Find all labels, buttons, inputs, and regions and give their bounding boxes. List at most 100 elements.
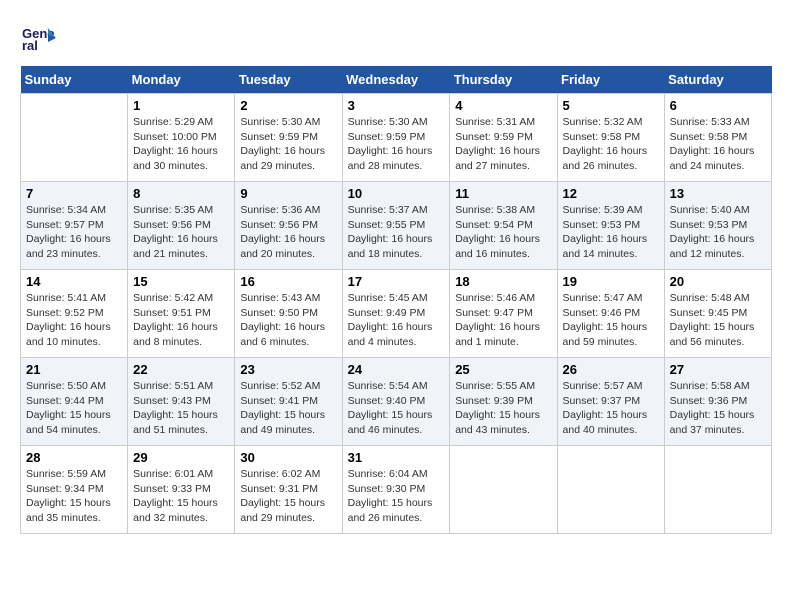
day-of-week-header: Friday (557, 66, 664, 94)
day-of-week-header: Tuesday (235, 66, 342, 94)
day-number: 6 (670, 98, 766, 113)
day-number: 18 (455, 274, 551, 289)
day-number: 16 (240, 274, 336, 289)
calendar-cell: 22 Sunrise: 5:51 AM Sunset: 9:43 PM Dayli… (128, 358, 235, 446)
day-info: Sunrise: 5:47 AM Sunset: 9:46 PM Dayligh… (563, 291, 659, 350)
day-number: 19 (563, 274, 659, 289)
calendar-table: SundayMondayTuesdayWednesdayThursdayFrid… (20, 66, 772, 534)
day-info: Sunrise: 5:59 AM Sunset: 9:34 PM Dayligh… (26, 467, 122, 526)
calendar-week-row: 7Sunrise: 5:34 AM Sunset: 9:57 PM Daylig… (21, 182, 772, 270)
day-info: Sunrise: 5:50 AM Sunset: 9:44 PM Dayligh… (26, 379, 122, 438)
day-info: Sunrise: 5:55 AM Sunset: 9:39 PM Dayligh… (455, 379, 551, 438)
calendar-cell: 7Sunrise: 5:34 AM Sunset: 9:57 PM Daylig… (21, 182, 128, 270)
day-info: Sunrise: 5:48 AM Sunset: 9:45 PM Dayligh… (670, 291, 766, 350)
calendar-cell (21, 94, 128, 182)
calendar-cell: 27 Sunrise: 5:58 AM Sunset: 9:36 PM Dayli… (664, 358, 771, 446)
calendar-cell: 17Sunrise: 5:45 AM Sunset: 9:49 PM Dayli… (342, 270, 450, 358)
calendar-cell (664, 446, 771, 534)
calendar-cell: 20 Sunrise: 5:48 AM Sunset: 9:45 PM Dayli… (664, 270, 771, 358)
day-number: 7 (26, 186, 122, 201)
calendar-cell: 28Sunrise: 5:59 AM Sunset: 9:34 PM Dayli… (21, 446, 128, 534)
day-number: 26 (563, 362, 659, 377)
calendar-cell: 4 Sunrise: 5:31 AM Sunset: 9:59 PM Daylig… (450, 94, 557, 182)
svg-text:ral: ral (22, 38, 38, 53)
calendar-cell: 24 Sunrise: 5:54 AM Sunset: 9:40 PM Dayli… (342, 358, 450, 446)
day-info: Sunrise: 5:42 AM Sunset: 9:51 PM Dayligh… (133, 291, 229, 350)
day-info: Sunrise: 5:38 AM Sunset: 9:54 PM Dayligh… (455, 203, 551, 262)
calendar-cell: 15 Sunrise: 5:42 AM Sunset: 9:51 PM Dayli… (128, 270, 235, 358)
day-number: 14 (26, 274, 122, 289)
day-number: 2 (240, 98, 336, 113)
calendar-week-row: 14Sunrise: 5:41 AM Sunset: 9:52 PM Dayli… (21, 270, 772, 358)
calendar-cell: 8 Sunrise: 5:35 AM Sunset: 9:56 PM Daylig… (128, 182, 235, 270)
day-info: Sunrise: 5:35 AM Sunset: 9:56 PM Dayligh… (133, 203, 229, 262)
day-info: Sunrise: 5:46 AM Sunset: 9:47 PM Dayligh… (455, 291, 551, 350)
calendar-cell: 1Sunrise: 5:29 AM Sunset: 10:00 PM Dayli… (128, 94, 235, 182)
day-number: 17 (348, 274, 445, 289)
day-number: 20 (670, 274, 766, 289)
calendar-cell: 2 Sunrise: 5:30 AM Sunset: 9:59 PM Daylig… (235, 94, 342, 182)
day-info: Sunrise: 5:57 AM Sunset: 9:37 PM Dayligh… (563, 379, 659, 438)
calendar-cell: 11 Sunrise: 5:38 AM Sunset: 9:54 PM Dayli… (450, 182, 557, 270)
calendar-cell: 23Sunrise: 5:52 AM Sunset: 9:41 PM Dayli… (235, 358, 342, 446)
calendar-week-row: 1Sunrise: 5:29 AM Sunset: 10:00 PM Dayli… (21, 94, 772, 182)
calendar-cell: 16 Sunrise: 5:43 AM Sunset: 9:50 PM Dayli… (235, 270, 342, 358)
day-info: Sunrise: 5:52 AM Sunset: 9:41 PM Dayligh… (240, 379, 336, 438)
day-info: Sunrise: 5:58 AM Sunset: 9:36 PM Dayligh… (670, 379, 766, 438)
day-number: 12 (563, 186, 659, 201)
day-number: 22 (133, 362, 229, 377)
day-info: Sunrise: 5:30 AM Sunset: 9:59 PM Dayligh… (240, 115, 336, 174)
day-info: Sunrise: 5:29 AM Sunset: 10:00 PM Daylig… (133, 115, 229, 174)
calendar-cell: 18 Sunrise: 5:46 AM Sunset: 9:47 PM Dayli… (450, 270, 557, 358)
day-of-week-header: Thursday (450, 66, 557, 94)
day-number: 11 (455, 186, 551, 201)
day-info: Sunrise: 6:02 AM Sunset: 9:31 PM Dayligh… (240, 467, 336, 526)
logo: Gene ral (20, 20, 60, 56)
day-info: Sunrise: 5:39 AM Sunset: 9:53 PM Dayligh… (563, 203, 659, 262)
day-info: Sunrise: 5:54 AM Sunset: 9:40 PM Dayligh… (348, 379, 445, 438)
day-number: 9 (240, 186, 336, 201)
day-info: Sunrise: 5:32 AM Sunset: 9:58 PM Dayligh… (563, 115, 659, 174)
day-number: 15 (133, 274, 229, 289)
day-of-week-header: Saturday (664, 66, 771, 94)
calendar-cell: 3 Sunrise: 5:30 AM Sunset: 9:59 PM Daylig… (342, 94, 450, 182)
day-number: 27 (670, 362, 766, 377)
day-number: 8 (133, 186, 229, 201)
calendar-cell: 29 Sunrise: 6:01 AM Sunset: 9:33 PM Dayli… (128, 446, 235, 534)
calendar-cell (450, 446, 557, 534)
day-info: Sunrise: 5:36 AM Sunset: 9:56 PM Dayligh… (240, 203, 336, 262)
day-number: 10 (348, 186, 445, 201)
day-number: 13 (670, 186, 766, 201)
calendar-cell: 25Sunrise: 5:55 AM Sunset: 9:39 PM Dayli… (450, 358, 557, 446)
calendar-cell: 9 Sunrise: 5:36 AM Sunset: 9:56 PM Daylig… (235, 182, 342, 270)
calendar-cell: 13Sunrise: 5:40 AM Sunset: 9:53 PM Dayli… (664, 182, 771, 270)
day-info: Sunrise: 5:51 AM Sunset: 9:43 PM Dayligh… (133, 379, 229, 438)
day-number: 30 (240, 450, 336, 465)
day-of-week-header: Wednesday (342, 66, 450, 94)
calendar-cell: 6 Sunrise: 5:33 AM Sunset: 9:58 PM Daylig… (664, 94, 771, 182)
day-number: 4 (455, 98, 551, 113)
day-of-week-header: Sunday (21, 66, 128, 94)
day-info: Sunrise: 6:01 AM Sunset: 9:33 PM Dayligh… (133, 467, 229, 526)
day-of-week-header: Monday (128, 66, 235, 94)
day-info: Sunrise: 6:04 AM Sunset: 9:30 PM Dayligh… (348, 467, 445, 526)
calendar-week-row: 21 Sunrise: 5:50 AM Sunset: 9:44 PM Dayli… (21, 358, 772, 446)
day-info: Sunrise: 5:33 AM Sunset: 9:58 PM Dayligh… (670, 115, 766, 174)
calendar-cell (557, 446, 664, 534)
day-number: 29 (133, 450, 229, 465)
day-info: Sunrise: 5:43 AM Sunset: 9:50 PM Dayligh… (240, 291, 336, 350)
day-number: 31 (348, 450, 445, 465)
calendar-cell: 10Sunrise: 5:37 AM Sunset: 9:55 PM Dayli… (342, 182, 450, 270)
calendar-cell: 19 Sunrise: 5:47 AM Sunset: 9:46 PM Dayli… (557, 270, 664, 358)
calendar-cell: 14Sunrise: 5:41 AM Sunset: 9:52 PM Dayli… (21, 270, 128, 358)
day-number: 21 (26, 362, 122, 377)
day-number: 5 (563, 98, 659, 113)
day-number: 24 (348, 362, 445, 377)
day-info: Sunrise: 5:30 AM Sunset: 9:59 PM Dayligh… (348, 115, 445, 174)
day-info: Sunrise: 5:31 AM Sunset: 9:59 PM Dayligh… (455, 115, 551, 174)
calendar-cell: 5 Sunrise: 5:32 AM Sunset: 9:58 PM Daylig… (557, 94, 664, 182)
calendar-cell: 21 Sunrise: 5:50 AM Sunset: 9:44 PM Dayli… (21, 358, 128, 446)
calendar-week-row: 28Sunrise: 5:59 AM Sunset: 9:34 PM Dayli… (21, 446, 772, 534)
day-number: 3 (348, 98, 445, 113)
page-header: Gene ral (20, 20, 772, 56)
